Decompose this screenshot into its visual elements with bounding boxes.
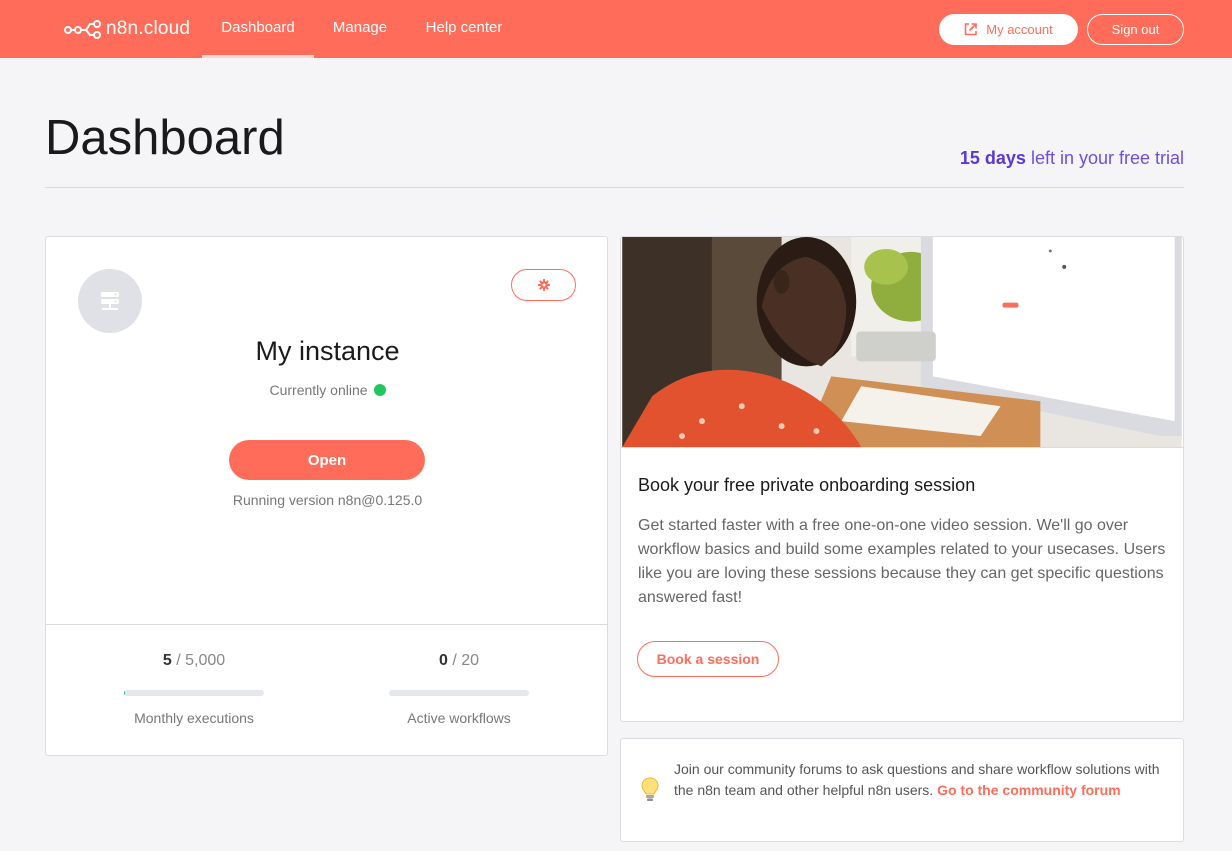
instance-card: My instance Currently online Open Runnin… bbox=[45, 236, 608, 756]
community-message: Join our community forums to ask questio… bbox=[674, 759, 1169, 801]
external-link-icon bbox=[964, 23, 978, 36]
gear-icon bbox=[537, 279, 550, 291]
onboarding-description: Get started faster with a free one-on-on… bbox=[638, 517, 1166, 606]
monthly-executions-value: 5 / 5,000 bbox=[104, 652, 284, 670]
executions-progress-fill bbox=[124, 690, 125, 696]
active-workflows-label: Active workflows bbox=[407, 710, 511, 726]
my-account-button[interactable]: My account bbox=[939, 14, 1078, 45]
top-navigation-bar: n8n.cloud Dashboard Manage Help center M… bbox=[0, 0, 1232, 58]
logo-text: n8n.cloud bbox=[106, 18, 191, 39]
trial-suffix: left in your free trial bbox=[1025, 148, 1184, 168]
instance-settings-button[interactable] bbox=[511, 269, 576, 301]
executions-limit: / 5,000 bbox=[171, 652, 226, 669]
trial-remaining: 15 days left in your free trial bbox=[960, 148, 1184, 169]
server-avatar bbox=[78, 269, 142, 333]
monthly-executions-label: Monthly executions bbox=[134, 710, 254, 726]
instance-card-divider bbox=[46, 624, 607, 625]
workflows-used: 0 bbox=[438, 652, 448, 669]
onboarding-title: Book your free private onboarding sessio… bbox=[638, 475, 976, 495]
executions-progress-bar bbox=[124, 690, 264, 696]
n8n-logo[interactable]: n8n.cloud bbox=[64, 16, 190, 42]
trial-days: 15 days bbox=[959, 148, 1026, 168]
community-card: Join our community forums to ask questio… bbox=[620, 738, 1184, 842]
book-session-button[interactable]: Book a session bbox=[637, 641, 779, 677]
instance-status: Currently online bbox=[46, 382, 609, 398]
onboarding-card: Book your free private onboarding sessio… bbox=[620, 236, 1184, 722]
instance-status-text: Currently online bbox=[269, 382, 368, 398]
nav-dashboard[interactable]: Dashboard bbox=[202, 0, 314, 58]
my-account-label: My account bbox=[986, 22, 1053, 37]
active-workflows-stat: 0 / 20 Active workflows bbox=[369, 652, 549, 726]
executions-used: 5 bbox=[162, 652, 172, 669]
workflows-progress-bar bbox=[389, 690, 529, 696]
open-instance-button[interactable]: Open bbox=[229, 440, 425, 480]
page-title: Dashboard bbox=[45, 111, 285, 165]
nav-manage[interactable]: Manage bbox=[322, 0, 398, 58]
workflows-limit: / 20 bbox=[447, 652, 480, 669]
instance-name: My instance bbox=[255, 336, 400, 366]
active-workflows-value: 0 / 20 bbox=[369, 652, 549, 670]
community-forum-link[interactable]: Go to the community forum bbox=[937, 782, 1121, 798]
nav-help-center[interactable]: Help center bbox=[414, 0, 514, 58]
n8n-logo-icon bbox=[64, 20, 101, 39]
lightbulb-icon bbox=[641, 777, 659, 801]
title-divider bbox=[45, 187, 1184, 188]
monthly-executions-stat: 5 / 5,000 Monthly executions bbox=[104, 652, 284, 726]
onboarding-photo bbox=[621, 237, 1183, 448]
instance-version: Running version n8n@0.125.0 bbox=[232, 492, 423, 508]
online-status-dot bbox=[373, 384, 386, 396]
server-icon bbox=[101, 292, 119, 310]
sign-out-button[interactable]: Sign out bbox=[1087, 14, 1184, 45]
